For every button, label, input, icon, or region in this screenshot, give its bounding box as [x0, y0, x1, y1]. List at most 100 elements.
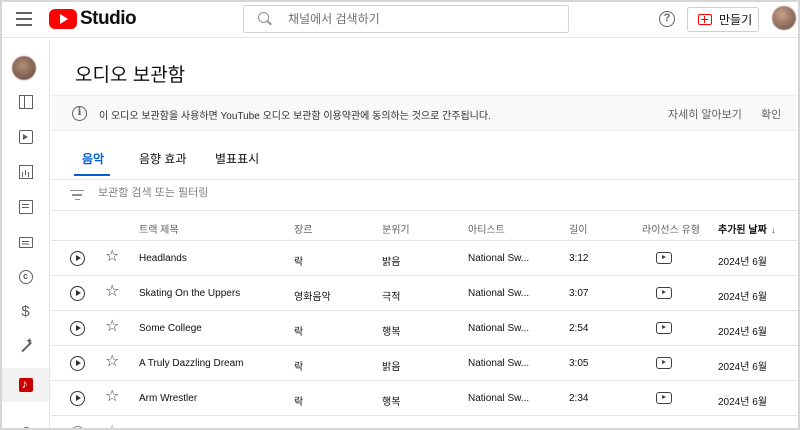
youtube-license-icon[interactable]	[656, 322, 672, 334]
track-genre: 락	[294, 362, 304, 373]
star-outline-icon[interactable]: ☆	[105, 424, 119, 429]
nav-analytics[interactable]	[2, 155, 49, 189]
header-license-type[interactable]: 라이선스 유형	[642, 221, 700, 236]
help-icon[interactable]: ?	[659, 11, 675, 27]
track-duration: 3:07	[569, 288, 589, 299]
page-title: 오디오 보관함	[75, 65, 186, 86]
star-outline-icon[interactable]: ☆	[105, 284, 119, 300]
track-artist[interactable]: National Sw...	[468, 253, 529, 264]
play-circle-icon[interactable]	[70, 426, 85, 428]
analytics-icon	[18, 165, 33, 179]
tab-music[interactable]: 음악	[82, 150, 104, 167]
track-duration: 2:34	[569, 393, 589, 404]
hamburger-menu-icon[interactable]	[16, 12, 32, 26]
youtube-license-icon[interactable]	[656, 392, 672, 404]
track-mood: 밝음	[382, 257, 401, 268]
nav-dashboard[interactable]	[2, 85, 49, 119]
audio-library-icon	[18, 377, 33, 392]
track-duration: 3:12	[569, 253, 589, 264]
search-icon	[258, 12, 272, 26]
confirm-link[interactable]: 확인	[761, 106, 781, 122]
track-title: A Truly Dazzling Dream	[139, 358, 244, 369]
table-row[interactable]: ☆ Some College 락 행복 National Sw... 2:54 …	[51, 311, 798, 346]
header-date-added[interactable]: 추가된 날짜 ↓	[718, 221, 776, 236]
youtube-license-icon[interactable]	[656, 357, 672, 369]
track-date-added: 2024년 6월	[718, 292, 767, 303]
table-row[interactable]: ☆ Headlands 락 밝음 National Sw... 3:12 202…	[51, 241, 798, 276]
track-table-body: ☆ Headlands 락 밝음 National Sw... 3:12 202…	[51, 241, 798, 429]
nav-customization[interactable]	[2, 330, 49, 364]
dollar-icon: $	[21, 303, 30, 320]
track-title: Some College	[139, 323, 202, 334]
header-duration[interactable]: 길이	[569, 221, 587, 236]
play-circle-icon[interactable]	[70, 321, 85, 336]
left-nav-rail: c $	[2, 39, 50, 428]
info-icon: i	[72, 106, 87, 121]
track-title: Headlands	[139, 253, 187, 264]
subtitles-icon	[18, 236, 33, 248]
table-row[interactable]: ☆ A Truly Dazzling Dream 락 밝음 National S…	[51, 346, 798, 381]
star-outline-icon[interactable]: ☆	[105, 389, 119, 405]
create-button-label: 만들기	[719, 13, 753, 27]
track-duration: 3:05	[569, 358, 589, 369]
table-header: 트랙 제목 장르 분위기 아티스트 길이 라이선스 유형 추가된 날짜 ↓	[51, 211, 798, 241]
tab-starred[interactable]: 별표표시	[215, 150, 259, 167]
nav-subtitles[interactable]	[2, 225, 49, 259]
track-date-added: 2024년 6월	[718, 257, 767, 268]
comments-icon	[18, 200, 33, 214]
content-icon	[18, 130, 33, 144]
play-circle-icon[interactable]	[70, 286, 85, 301]
track-date-added: 2024년 6월	[718, 327, 767, 338]
channel-avatar[interactable]	[12, 56, 36, 80]
main-content: 오디오 보관함 i 이 오디오 보관함을 사용하면 YouTube 오디오 보관…	[51, 39, 798, 429]
tab-bar: 음악 음향 효과 별표표시	[51, 143, 798, 179]
filter-input[interactable]	[98, 187, 398, 199]
track-date-added: 2024년 6월	[718, 397, 767, 408]
header-genre[interactable]: 장르	[294, 221, 312, 236]
nav-settings[interactable]	[2, 417, 49, 428]
track-mood: 밝음	[382, 362, 401, 373]
header-track-title[interactable]: 트랙 제목	[139, 221, 179, 236]
track-genre: 락	[294, 397, 304, 408]
nav-content[interactable]	[2, 120, 49, 154]
star-outline-icon[interactable]: ☆	[105, 354, 119, 370]
star-outline-icon[interactable]: ☆	[105, 249, 119, 265]
search-box[interactable]	[243, 5, 569, 33]
active-tab-indicator	[74, 174, 110, 176]
youtube-logo-icon	[49, 9, 77, 29]
track-artist[interactable]: National Sw...	[468, 323, 529, 334]
nav-earn[interactable]: $	[2, 295, 49, 329]
terms-notice-text: 이 오디오 보관함을 사용하면 YouTube 오디오 보관함 이용약관에 동의…	[99, 111, 491, 122]
header-mood[interactable]: 분위기	[382, 221, 410, 236]
account-avatar[interactable]	[772, 6, 796, 30]
search-input[interactable]	[288, 12, 548, 26]
filter-bar	[51, 179, 798, 211]
star-outline-icon[interactable]: ☆	[105, 319, 119, 335]
track-artist[interactable]: National Sw...	[468, 393, 529, 404]
youtube-license-icon[interactable]	[656, 287, 672, 299]
track-artist[interactable]: National Sw...	[468, 288, 529, 299]
nav-audio-library[interactable]	[2, 368, 49, 402]
play-circle-icon[interactable]	[70, 251, 85, 266]
filter-icon[interactable]	[70, 190, 84, 201]
play-circle-icon[interactable]	[70, 391, 85, 406]
track-artist[interactable]: National Sw...	[468, 358, 529, 369]
nav-comments[interactable]	[2, 190, 49, 224]
track-mood: 행복	[382, 327, 401, 338]
learn-more-link[interactable]: 자세히 알아보기	[668, 106, 742, 122]
tab-sound-effects[interactable]: 음향 효과	[139, 150, 187, 167]
youtube-studio-logo[interactable]: Studio	[49, 8, 137, 30]
table-row[interactable]: ☆ Arm Wrestler 락 행복 National Sw... 2:34 …	[51, 381, 798, 416]
table-row[interactable]: ☆ Skating On the Uppers 영화음악 극적 National…	[51, 276, 798, 311]
play-circle-icon[interactable]	[70, 356, 85, 371]
track-duration: 2:54	[569, 323, 589, 334]
copyright-icon: c	[18, 270, 33, 284]
table-row-partial[interactable]: ☆	[51, 416, 798, 429]
header-date-added-label: 추가된 날짜	[718, 225, 767, 236]
magic-wand-icon	[18, 336, 34, 355]
youtube-license-icon[interactable]	[656, 252, 672, 264]
create-button[interactable]: 만들기	[687, 7, 759, 32]
header-artist[interactable]: 아티스트	[468, 221, 505, 236]
track-mood: 행복	[382, 397, 401, 408]
nav-copyright[interactable]: c	[2, 260, 49, 294]
